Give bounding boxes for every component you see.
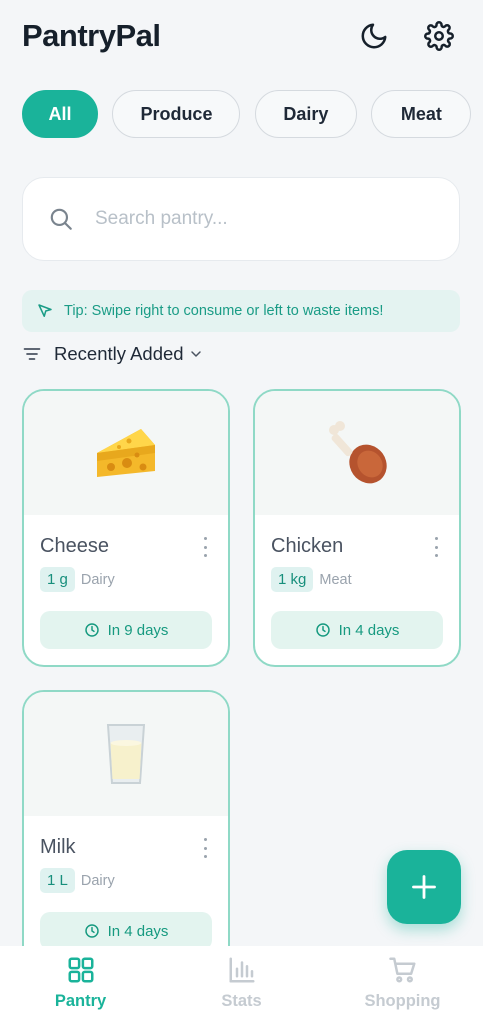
search-icon-wrap (29, 206, 93, 232)
category-filter-bar: All Produce Dairy Meat (22, 90, 483, 138)
expiry-text: In 9 days (107, 621, 169, 639)
add-item-button[interactable] (387, 850, 461, 924)
moon-icon (361, 23, 387, 49)
app-title: PantryPal (22, 18, 161, 53)
item-quantity-badge: 1 L (40, 868, 75, 893)
more-options-icon[interactable] (200, 537, 210, 557)
nav-label-stats: Stats (221, 992, 262, 1010)
nav-item-shopping[interactable]: Shopping (322, 946, 483, 1024)
filter-chip-meat[interactable]: Meat (371, 90, 472, 138)
bottom-navigation: Pantry Stats Shopping (0, 946, 483, 1024)
cursor-pointer-icon (38, 304, 52, 317)
filter-lines-icon (23, 348, 41, 360)
pantry-item-card[interactable]: Milk 1 L Dairy In 4 days (22, 690, 230, 968)
item-category: Dairy (80, 571, 115, 588)
pantry-item-card[interactable]: Cheese 1 g Dairy In 9 days (22, 389, 230, 667)
more-options-icon[interactable] (200, 838, 210, 858)
item-category: Dairy (80, 872, 115, 889)
expiry-badge: In 9 days (40, 611, 212, 649)
nav-item-pantry[interactable]: Pantry (0, 946, 161, 1024)
filter-chip-all[interactable]: All (22, 90, 98, 138)
sort-label: Recently Added (54, 343, 184, 364)
clock-icon (84, 924, 99, 938)
more-options-icon[interactable] (431, 537, 441, 557)
plus-icon (412, 875, 436, 899)
item-image (255, 391, 459, 515)
item-meta: 1 L Dairy (40, 868, 115, 893)
grid-icon (68, 957, 93, 983)
clock-icon (315, 623, 330, 637)
item-quantity-badge: 1 kg (271, 567, 314, 592)
bar-chart-icon (229, 957, 254, 983)
search-bar (22, 177, 460, 261)
pantry-item-card[interactable]: Chicken 1 kg Meat In 4 days (253, 389, 461, 667)
settings-button[interactable] (421, 18, 457, 54)
chevron-down-icon (190, 351, 201, 357)
nav-label-pantry: Pantry (54, 992, 107, 1010)
expiry-text: In 4 days (107, 922, 169, 940)
item-meta: 1 kg Meat (271, 567, 352, 592)
nav-label-shopping: Shopping (364, 992, 441, 1010)
expiry-text: In 4 days (338, 621, 400, 639)
nav-item-stats[interactable]: Stats (161, 946, 322, 1024)
search-input[interactable] (95, 208, 435, 230)
item-meta: 1 g Dairy (40, 567, 115, 592)
sort-dropdown[interactable]: Recently Added (22, 340, 204, 368)
expiry-badge: In 4 days (40, 912, 212, 950)
search-icon (50, 208, 72, 230)
item-name: Cheese (40, 535, 109, 557)
cart-icon (388, 957, 415, 983)
item-image (24, 391, 228, 515)
theme-toggle-button[interactable] (356, 18, 392, 54)
tip-text: Tip: Swipe right to consume or left to w… (64, 303, 384, 319)
tip-banner: Tip: Swipe right to consume or left to w… (22, 290, 460, 332)
item-image (24, 692, 228, 816)
app-header: PantryPal (0, 0, 483, 80)
cheese-emoji-icon (97, 429, 155, 477)
item-category: Meat (319, 571, 352, 588)
milk-glass-emoji-icon (106, 724, 146, 784)
item-name: Milk (40, 836, 76, 858)
chicken-leg-emoji-icon (329, 421, 387, 484)
gear-icon (424, 21, 454, 51)
filter-chip-dairy[interactable]: Dairy (254, 90, 357, 138)
clock-icon (84, 623, 99, 637)
expiry-badge: In 4 days (271, 611, 443, 649)
item-name: Chicken (271, 535, 344, 557)
filter-chip-produce[interactable]: Produce (112, 90, 241, 138)
item-quantity-badge: 1 g (40, 567, 75, 592)
